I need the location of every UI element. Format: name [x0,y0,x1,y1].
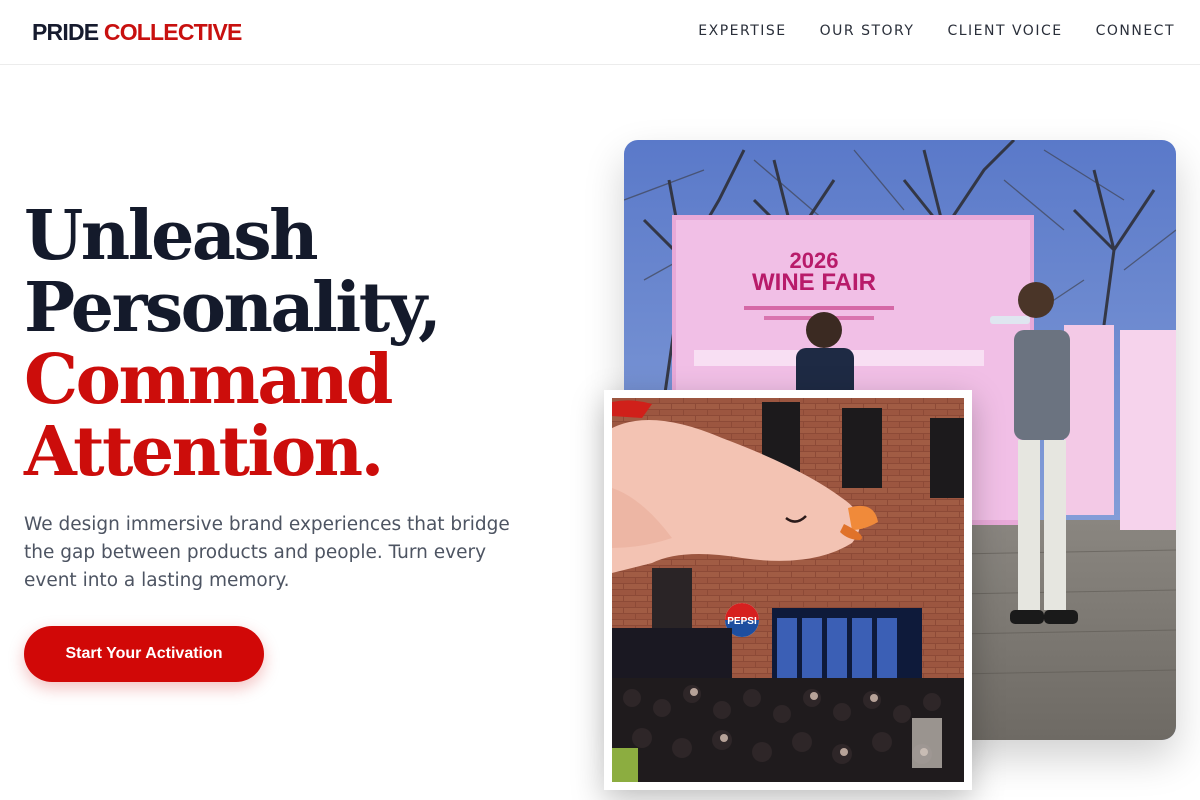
banner-title: WINE FAIR [752,269,876,296]
pepsi-event-illustration: PEPSI [612,398,964,782]
headline-line-1: Unleash [24,196,319,276]
nav-link-client-voice[interactable]: CLIENT VOICE [947,22,1062,40]
pepsi-event-photo: PEPSI [604,390,972,790]
headline-line-4: Attention. [24,412,384,492]
hero-headline: Unleash Personality, Command Attention. [24,200,584,488]
nav-link-connect[interactable]: CONNECT [1096,22,1175,40]
headline-line-2: Personality, [24,268,442,348]
site-header: PRIDE COLLECTIVE EXPERTISE OUR STORY CLI… [0,0,1200,65]
brand-logo-part2: COLLECTIVE [103,19,242,45]
start-activation-button[interactable]: Start Your Activation [24,626,264,682]
nav-link-our-story[interactable]: OUR STORY [820,22,915,40]
pepsi-sign-text: PEPSI [727,616,757,627]
headline-line-3: Command [24,340,393,420]
nav-link-expertise[interactable]: EXPERTISE [698,22,786,40]
hero-subtext: We design immersive brand experiences th… [24,514,510,591]
main-nav: EXPERTISE OUR STORY CLIENT VOICE CONNECT [698,22,1175,40]
brand-logo-part1: PRIDE [32,19,99,45]
brand-logo[interactable]: PRIDE COLLECTIVE [32,18,242,46]
